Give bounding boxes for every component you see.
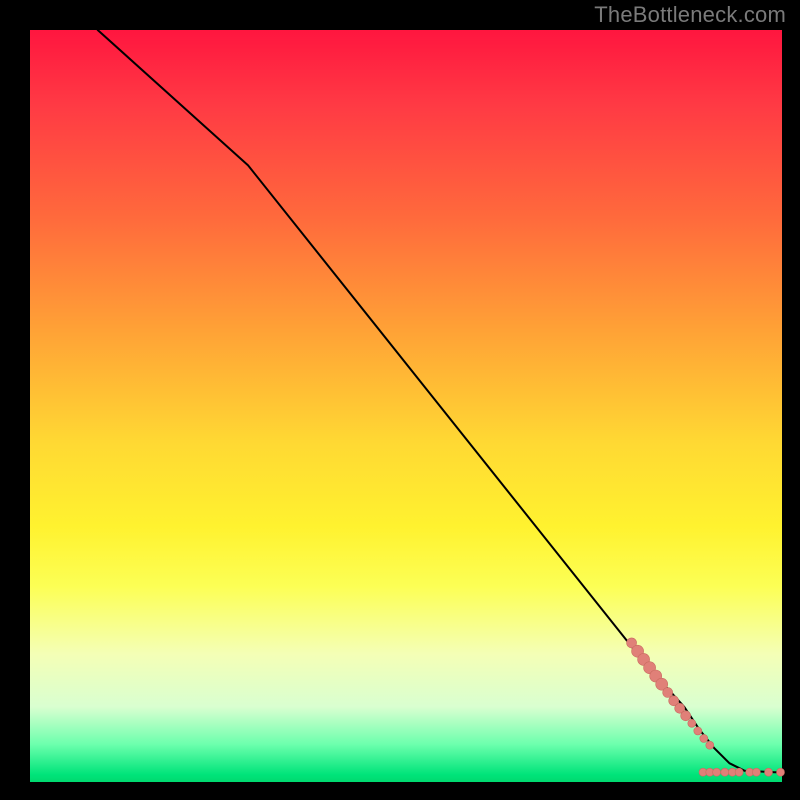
data-point (700, 734, 708, 742)
data-point (752, 768, 760, 776)
data-point (694, 727, 702, 735)
data-point (735, 768, 743, 776)
data-point (706, 741, 714, 749)
plot-area (30, 30, 782, 782)
data-point (721, 768, 729, 776)
data-point (681, 711, 691, 721)
chart-stage: TheBottleneck.com (0, 0, 800, 800)
data-point (688, 719, 696, 727)
data-point (765, 768, 773, 776)
data-point (777, 768, 785, 776)
bottleneck-curve (98, 30, 782, 772)
data-point (713, 768, 721, 776)
data-point (663, 688, 673, 698)
chart-overlay (30, 30, 782, 782)
data-markers (627, 638, 785, 776)
watermark-text: TheBottleneck.com (594, 2, 786, 28)
